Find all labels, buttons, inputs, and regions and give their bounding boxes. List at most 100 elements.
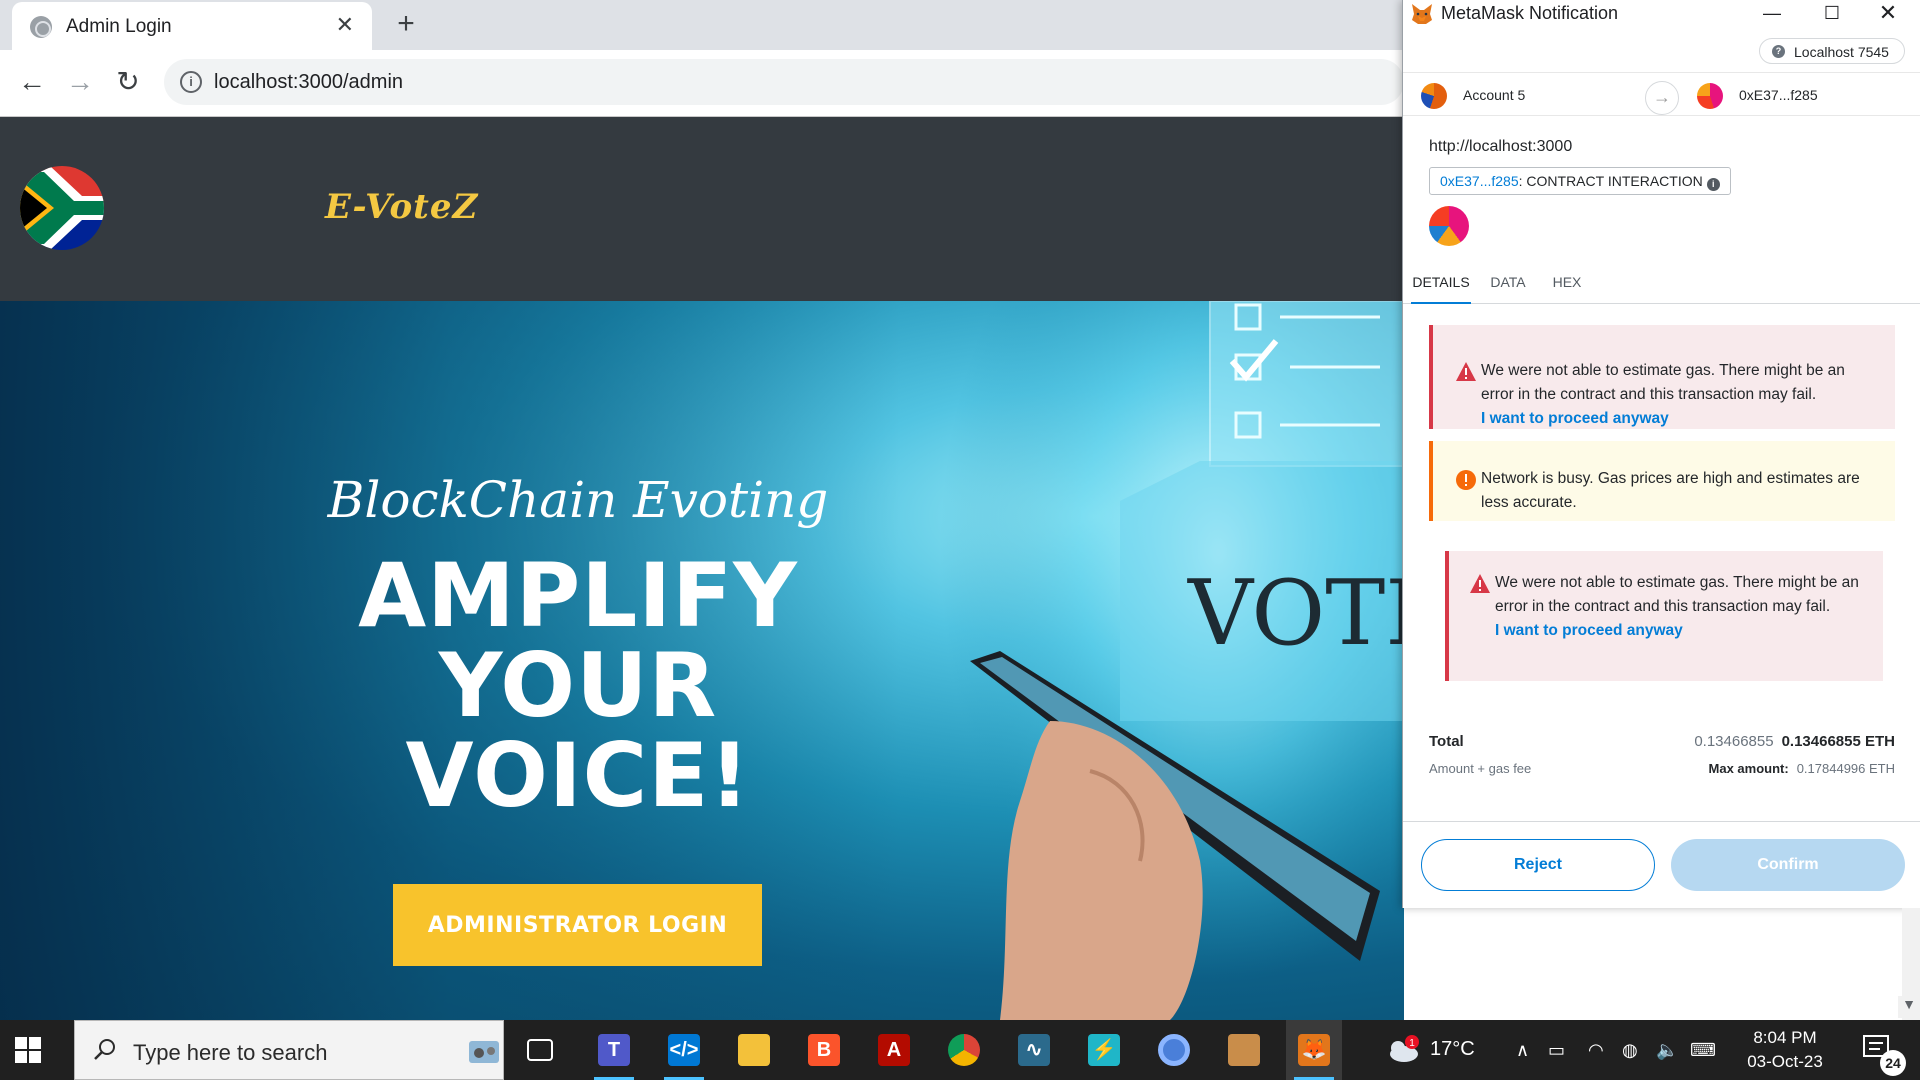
volume-icon[interactable]: 🔈 — [1656, 1040, 1678, 1061]
weather-badge: 1 — [1409, 1038, 1415, 1049]
total-amount-eth: 0.13466855 ETH — [1781, 733, 1895, 750]
confirm-button[interactable]: Confirm — [1671, 839, 1905, 891]
battery-icon[interactable]: ▭ — [1548, 1040, 1565, 1061]
teams-icon[interactable]: T — [586, 1020, 642, 1080]
flash-app-icon[interactable]: ⚡ — [1076, 1020, 1132, 1080]
max-amount-label: Max amount: — [1708, 761, 1789, 776]
metamask-taskbar-icon[interactable]: 🦊 — [1286, 1020, 1342, 1080]
reload-button[interactable]: ↻ — [110, 64, 146, 100]
search-placeholder: Type here to search — [133, 1040, 328, 1065]
site-info-icon[interactable]: i — [180, 71, 202, 93]
windows-taskbar: Type here to search T </> B A ∿ ⚡ 🦊 1 17… — [0, 1020, 1920, 1080]
reject-button[interactable]: Reject — [1421, 839, 1655, 891]
tab-admin-login[interactable]: Admin Login ✕ — [12, 2, 372, 50]
clock-time: 8:04 PM — [1753, 1028, 1817, 1047]
alert-message: We were not able to estimate gas. There … — [1481, 362, 1845, 403]
arrow-right-icon: → — [1645, 81, 1679, 115]
to-account-address[interactable]: 0xE37...f285 — [1739, 87, 1818, 103]
network-name: Localhost 7545 — [1794, 44, 1889, 60]
task-view-icon[interactable] — [512, 1020, 568, 1080]
headline-line-1: AMPLIFY — [358, 544, 798, 647]
file-explorer-icon[interactable] — [726, 1020, 782, 1080]
administrator-login-button[interactable]: ADMINISTRATOR LOGIN — [393, 884, 762, 966]
acrobat-icon[interactable]: A — [866, 1020, 922, 1080]
new-tab-button[interactable]: + — [390, 8, 422, 40]
search-icon — [94, 1039, 115, 1060]
total-sublabel: Amount + gas fee — [1429, 761, 1532, 776]
tab-details[interactable]: DETAILS — [1411, 264, 1471, 304]
maximize-icon[interactable]: ☐ — [1809, 0, 1855, 30]
site-header: E-VoteZ — [0, 117, 1404, 301]
wifi-icon[interactable]: ◠ — [1588, 1040, 1604, 1061]
address-bar[interactable]: i localhost:3000/admin — [164, 59, 1404, 105]
from-account-name[interactable]: Account 5 — [1463, 87, 1525, 103]
globe-language-icon[interactable]: ◍ — [1622, 1040, 1638, 1061]
matlab-icon[interactable]: ∿ — [1006, 1020, 1062, 1080]
metamask-notification-window: MetaMask Notification — ☐ ✕ ? Localhost … — [1402, 0, 1920, 908]
contract-address-link[interactable]: 0xE37...f285 — [1440, 173, 1519, 189]
hero-headline: AMPLIFY YOUR VOICE! — [310, 551, 846, 821]
transaction-details: We were not able to estimate gas. There … — [1403, 305, 1920, 908]
warning-triangle-icon — [1470, 574, 1490, 593]
headline-line-2: YOUR — [438, 634, 718, 737]
tab-data[interactable]: DATA — [1483, 264, 1533, 304]
scroll-down-icon[interactable]: ▼ — [1898, 996, 1920, 1018]
site-brand[interactable]: E-VoteZ — [325, 187, 478, 227]
alert-message: Network is busy. Gas prices are high and… — [1481, 470, 1860, 511]
sender-recipient-row: Account 5 → 0xE37...f285 — [1403, 72, 1920, 116]
url-text[interactable]: localhost:3000/admin — [214, 71, 403, 94]
contract-interaction-badge[interactable]: 0xE37...f285: CONTRACT INTERACTION i — [1429, 167, 1731, 195]
tab-close-icon[interactable]: ✕ — [336, 12, 354, 38]
help-icon: ? — [1772, 45, 1785, 58]
request-origin: http://localhost:3000 — [1429, 138, 1573, 155]
exclamation-circle-icon — [1456, 470, 1476, 490]
chevron-up-icon[interactable]: ∧ — [1516, 1040, 1529, 1061]
headline-line-3: VOICE! — [405, 724, 751, 827]
contract-interaction-label: : CONTRACT INTERACTION — [1518, 173, 1703, 189]
forward-button[interactable]: → — [62, 64, 98, 100]
max-amount-value: 0.17844996 ETH — [1796, 761, 1895, 776]
brave-icon[interactable]: B — [796, 1020, 852, 1080]
close-icon[interactable]: ✕ — [1865, 0, 1911, 30]
system-clock[interactable]: 8:04 PM 03-Oct-23 — [1720, 1026, 1850, 1074]
vscode-icon[interactable]: </> — [656, 1020, 712, 1080]
gas-estimate-error-alert-2: We were not able to estimate gas. There … — [1445, 551, 1883, 681]
transaction-tabs: DETAILS DATA HEX — [1403, 264, 1920, 304]
globe-icon — [30, 16, 52, 38]
weather-cloud-icon: 1 — [1390, 1035, 1419, 1062]
hero-banner: VOTE BlockChain Evoting AMPLIFY YOUR VOI… — [0, 301, 1404, 1020]
from-account-avatar — [1421, 83, 1447, 109]
south-africa-flag-logo[interactable] — [20, 166, 104, 250]
info-icon[interactable]: i — [1706, 178, 1720, 191]
footer-divider — [1403, 821, 1920, 822]
keyboard-icon[interactable]: ⌨ — [1690, 1040, 1716, 1061]
total-label: Total — [1429, 733, 1464, 750]
tab-hex[interactable]: HEX — [1545, 264, 1589, 304]
network-indicator[interactable]: ? Localhost 7545 — [1759, 38, 1905, 64]
proceed-anyway-link[interactable]: I want to proceed anyway — [1481, 410, 1669, 427]
ballot-vote-text: VOTE — [1188, 561, 1404, 666]
proceed-anyway-link[interactable]: I want to proceed anyway — [1495, 622, 1683, 639]
alert-message: We were not able to estimate gas. There … — [1495, 574, 1859, 615]
max-amount: Max amount: 0.17844996 ETH — [1709, 761, 1895, 776]
minimize-icon[interactable]: — — [1749, 0, 1795, 30]
package-app-icon[interactable] — [1216, 1020, 1272, 1080]
notification-count-badge: 24 — [1880, 1050, 1906, 1076]
total-summary: Total Amount + gas fee 0.13466855 0.13466… — [1429, 725, 1895, 785]
total-amount: 0.13466855 0.13466855 ETH — [1694, 733, 1895, 750]
search-highlight-icon — [469, 1041, 499, 1063]
hero-subtitle: BlockChain Evoting — [327, 471, 829, 529]
weather-widget[interactable]: 1 17°C — [1384, 1020, 1494, 1080]
back-button[interactable]: ← — [14, 64, 50, 100]
temperature: 17°C — [1430, 1038, 1475, 1060]
network-busy-alert: Network is busy. Gas prices are high and… — [1429, 441, 1895, 521]
chrome-icon[interactable] — [936, 1020, 992, 1080]
clock-date: 03-Oct-23 — [1747, 1052, 1823, 1071]
gas-estimate-error-alert: We were not able to estimate gas. There … — [1429, 325, 1895, 429]
to-account-avatar — [1697, 83, 1723, 109]
taskbar-search[interactable]: Type here to search — [74, 1020, 504, 1080]
windows-start-icon[interactable] — [14, 1036, 42, 1064]
metamask-titlebar: MetaMask Notification — ☐ ✕ — [1403, 0, 1920, 30]
metamask-window-title: MetaMask Notification — [1441, 3, 1619, 23]
chromium-icon[interactable] — [1146, 1020, 1202, 1080]
